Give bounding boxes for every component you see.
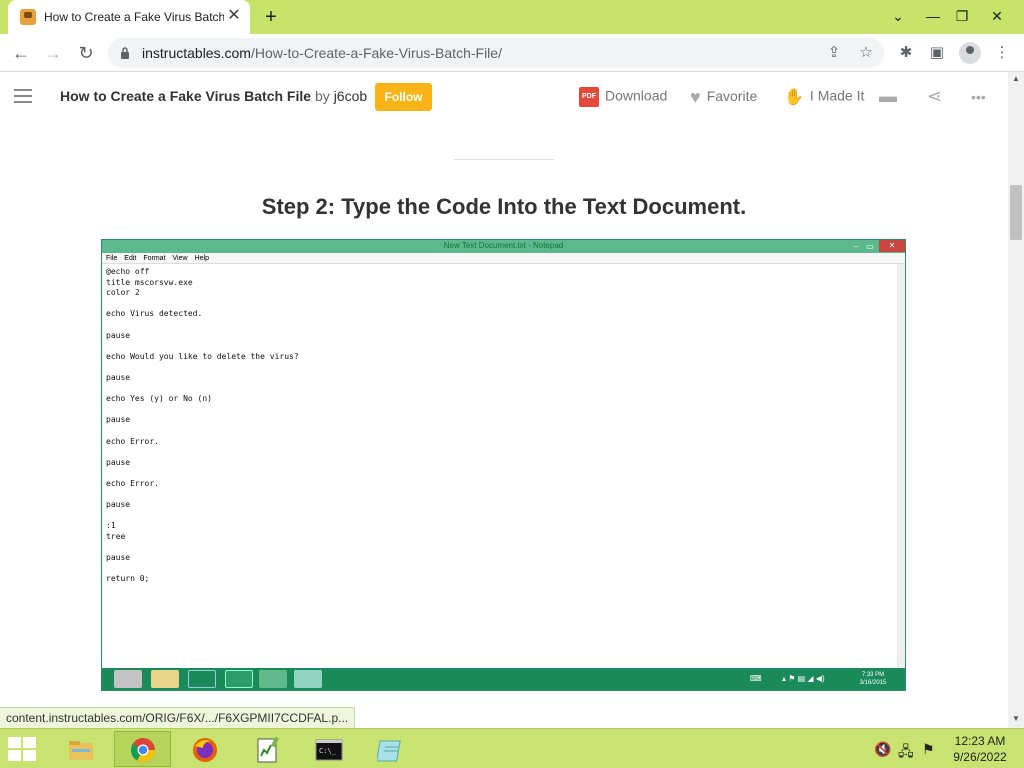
- article-content: Step 2: Type the Code Into the Text Docu…: [0, 122, 1008, 728]
- lock-icon[interactable]: [120, 47, 130, 59]
- heart-icon: ♥: [690, 87, 701, 107]
- notepad-menu-edit: Edit: [124, 255, 137, 262]
- back-button[interactable]: ←: [8, 40, 34, 66]
- raised-hand-icon: ✋: [784, 89, 804, 106]
- clock-time: 12:23 AM: [954, 734, 1006, 748]
- side-panel-icon[interactable]: ▣: [926, 42, 948, 64]
- screenshot-chrome-icon: [114, 670, 142, 688]
- author-byline: by j6cob: [315, 88, 367, 104]
- clock-date: 9/26/2022: [953, 750, 1007, 764]
- forward-button[interactable]: →: [40, 40, 66, 66]
- notepad-menu-help: Help: [194, 255, 209, 262]
- notepad-titlebar: New Text Document.txt - Notepad – ▭ ✕: [102, 240, 905, 253]
- screenshot-folder-icon: [151, 670, 179, 688]
- notepad-close-icon: ✕: [879, 240, 905, 252]
- download-button[interactable]: PDF Download: [579, 87, 667, 107]
- chrome-icon: [130, 738, 155, 763]
- taskbar-command-prompt[interactable]: C:\_: [300, 731, 357, 767]
- notepad-menu-view: View: [172, 255, 188, 262]
- profile-avatar[interactable]: [959, 42, 981, 64]
- network-icon[interactable]: 🖧: [898, 741, 914, 765]
- new-tab-button[interactable]: +: [260, 6, 282, 28]
- screenshot-chart-icon: [259, 670, 287, 688]
- scroll-down-arrow-icon[interactable]: ▼: [1008, 712, 1024, 726]
- screenshot-hp-icon: [188, 670, 216, 688]
- taskbar-notepad[interactable]: [362, 731, 419, 767]
- notepad-menu-file: File: [106, 255, 118, 262]
- site-header-bar: How to Create a Fake Virus Batch File by…: [0, 72, 1008, 122]
- project-title[interactable]: How to Create a Fake Virus Batch File: [60, 88, 311, 104]
- taskbar-chrome[interactable]: [114, 731, 171, 767]
- tab-active[interactable]: How to Create a Fake Virus Batch File ✕: [8, 0, 250, 34]
- share-icon[interactable]: ⋖: [927, 86, 942, 107]
- notepad-menu-format: Format: [143, 255, 166, 262]
- scroll-thumb[interactable]: [1010, 185, 1022, 240]
- more-options-icon[interactable]: •••: [971, 89, 986, 105]
- follow-button[interactable]: Follow: [375, 83, 432, 111]
- browser-tab-strip: How to Create a Fake Virus Batch File ✕ …: [0, 0, 1024, 34]
- batch-code-text: @echo off title mscorsvw.exe color 2 ech…: [106, 267, 299, 584]
- screenshot-grid-icon: [225, 670, 253, 688]
- browser-toolbar: ← → ↻ instructables.com/How-to-Create-a-…: [0, 34, 1024, 72]
- favorite-label: Favorite: [706, 88, 758, 105]
- svg-text:C:\_: C:\_: [319, 747, 337, 755]
- screenshot-notepad-icon: [294, 670, 322, 688]
- scroll-up-arrow-icon[interactable]: ▲: [1008, 72, 1024, 86]
- screenshot-keyboard-icon: ⌨: [750, 674, 762, 683]
- firefox-icon: [193, 738, 217, 762]
- chrome-menu-icon[interactable]: ⋮: [991, 42, 1013, 64]
- notepad-icon: [377, 740, 401, 762]
- pdf-icon: PDF: [579, 87, 599, 107]
- screenshot-taskbar: ⌨ ▴ ⚑ ▤ ◢ ◀) 7:33 PM 3/16/2015: [102, 668, 905, 690]
- notepad-minimize-icon: –: [853, 242, 859, 251]
- windows-taskbar: C:\_ 🔇 🖧 ⚑ 12:23 AM 9/26/2022: [0, 728, 1024, 768]
- link-status-bar: content.instructables.com/ORIG/F6X/.../F…: [0, 707, 356, 728]
- by-label: by: [315, 88, 330, 104]
- notepad-title: New Text Document.txt - Notepad: [443, 241, 564, 250]
- taskbar-notepad-plus-plus[interactable]: [238, 731, 295, 767]
- download-label: Download: [605, 87, 668, 104]
- screenshot-date: 3/16/2015: [859, 680, 887, 686]
- author-link[interactable]: j6cob: [334, 88, 367, 104]
- step-image-notepad-screenshot[interactable]: New Text Document.txt - Notepad – ▭ ✕ Fi…: [101, 239, 906, 691]
- windows-start-icon[interactable]: [8, 737, 38, 761]
- page-scrollbar[interactable]: ▲ ▼: [1008, 72, 1024, 728]
- notepad-menubar: File Edit Format View Help: [102, 253, 905, 264]
- i-made-it-button[interactable]: ✋ I Made It: [784, 87, 864, 107]
- close-window-button[interactable]: ✕: [980, 4, 1014, 28]
- share-icon[interactable]: ⇪: [824, 43, 844, 63]
- screenshot-clock: 7:33 PM 3/16/2015: [853, 671, 893, 687]
- step-heading: Step 2: Type the Code Into the Text Docu…: [261, 194, 747, 219]
- instructables-favicon-icon: [20, 9, 36, 25]
- tab-title: How to Create a Fake Virus Batch File: [44, 10, 224, 24]
- section-divider: [454, 159, 554, 160]
- extensions-puzzle-icon[interactable]: ✱: [895, 42, 917, 64]
- comment-icon[interactable]: ▬: [879, 86, 897, 107]
- file-explorer-icon: [69, 741, 93, 760]
- hamburger-menu-icon[interactable]: [14, 89, 34, 105]
- tab-search-chevron-down-icon[interactable]: ⌄: [881, 4, 915, 28]
- notepad-plus-plus-icon: [257, 736, 279, 763]
- restore-button[interactable]: ❐: [945, 4, 979, 28]
- favorite-button[interactable]: ♥ Favorite: [690, 87, 757, 107]
- taskbar-firefox[interactable]: [176, 731, 233, 767]
- action-center-flag-icon[interactable]: ⚑: [922, 741, 935, 758]
- taskbar-clock[interactable]: 12:23 AM 9/26/2022: [950, 733, 1010, 765]
- command-prompt-icon: C:\_: [315, 739, 343, 761]
- notepad-maximize-icon: ▭: [866, 242, 874, 251]
- screenshot-tray-icons: ▴ ⚑ ▤ ◢ ◀): [782, 674, 825, 683]
- reload-button[interactable]: ↻: [73, 40, 99, 66]
- taskbar-file-explorer[interactable]: [52, 731, 109, 767]
- i-made-it-label: I Made It: [809, 87, 865, 104]
- notepad-scrollbar: [897, 264, 905, 668]
- url-text[interactable]: instructables.com/How-to-Create-a-Fake-V…: [142, 45, 502, 61]
- screenshot-time: 7:33 PM: [861, 672, 885, 678]
- url-host: instructables.com: [142, 45, 251, 61]
- tab-close-icon[interactable]: ✕: [226, 8, 242, 24]
- address-bar[interactable]: instructables.com/How-to-Create-a-Fake-V…: [108, 38, 884, 68]
- volume-muted-icon[interactable]: 🔇: [874, 741, 891, 758]
- bookmark-star-icon[interactable]: ☆: [856, 43, 876, 63]
- url-path: /How-to-Create-a-Fake-Virus-Batch-File/: [250, 45, 502, 61]
